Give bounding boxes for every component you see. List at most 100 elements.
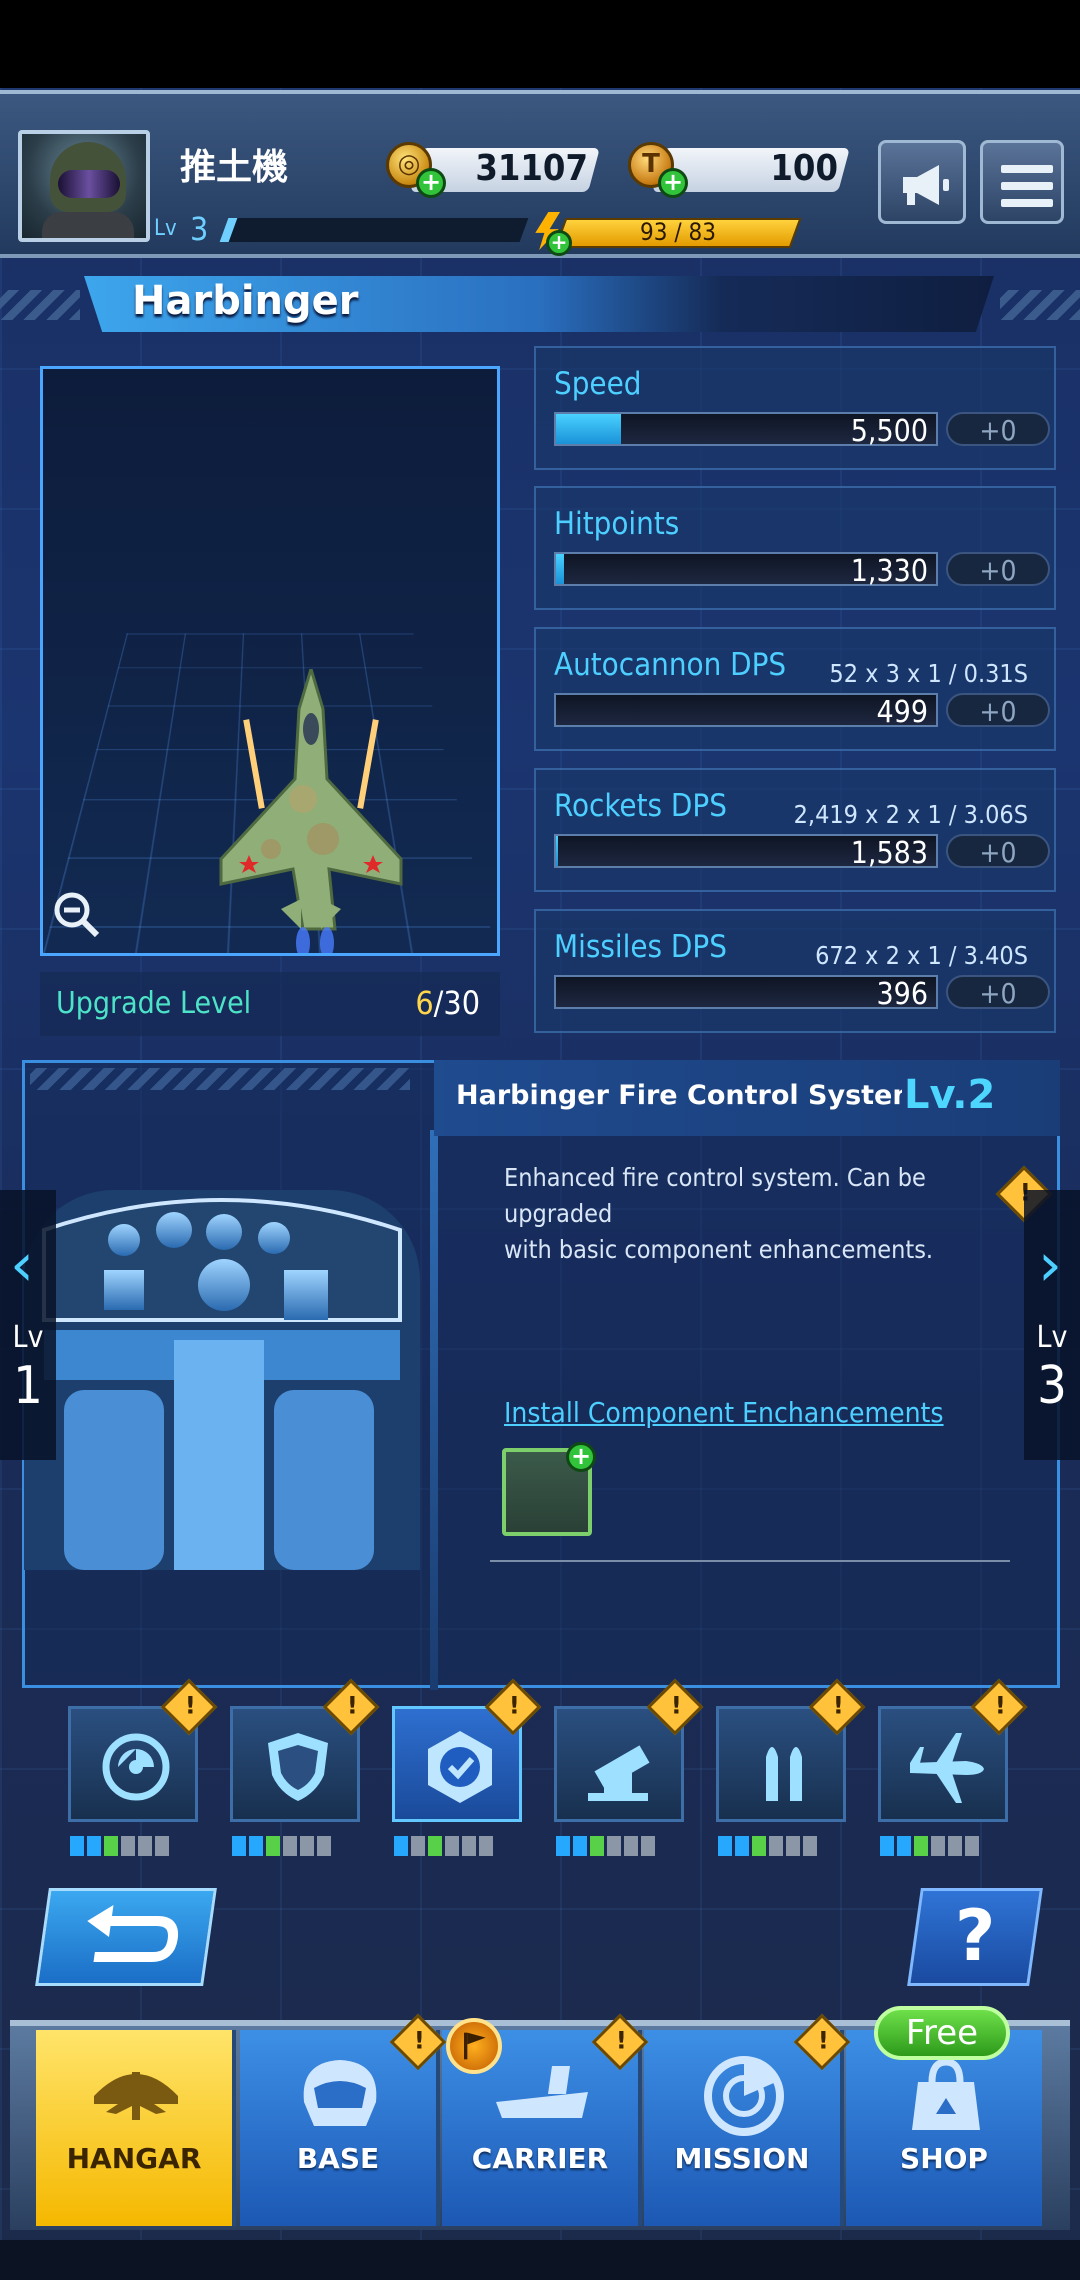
stat-bonus: +0 [946, 412, 1050, 447]
nav-label: MISSION [674, 2142, 810, 2175]
coin-counter[interactable]: ◎ + 31107 [386, 140, 600, 198]
energy-text: 93 / 83 [640, 218, 716, 246]
level-pip [411, 1836, 425, 1856]
player-level: Lv 3 [150, 210, 530, 248]
add-energy-icon[interactable]: + [546, 230, 572, 256]
component-level: Lv.2 [904, 1072, 996, 1118]
level-pip [556, 1836, 570, 1856]
back-arrow-icon [87, 1905, 179, 1962]
level-label: Lv [154, 216, 177, 241]
level-pip [121, 1836, 135, 1856]
level-pip [104, 1836, 118, 1856]
stat-bonus: +0 [946, 552, 1050, 587]
stat-rockets-dps: Rockets DPS 2,419 x 2 x 1 / 3.06S 1,583 … [534, 768, 1056, 892]
level-pip [87, 1836, 101, 1856]
stat-bonus: +0 [946, 834, 1050, 869]
title-stripes-left [0, 290, 80, 320]
question-icon: ? [954, 1895, 996, 1977]
level-pip [752, 1836, 766, 1856]
free-badge: Free [874, 2006, 1010, 2060]
level-pip [607, 1836, 621, 1856]
nav-label: CARRIER [471, 2142, 609, 2175]
level-pip [155, 1836, 169, 1856]
level-pip [70, 1836, 84, 1856]
level-pip [249, 1836, 263, 1856]
autocannon-icon [588, 1745, 650, 1801]
stat-bonus: +0 [946, 975, 1050, 1010]
level-pip [786, 1836, 800, 1856]
level-pip [897, 1836, 911, 1856]
shopping-bag-icon [912, 2058, 980, 2130]
tab-autocannon[interactable]: ! [554, 1678, 704, 1822]
nav-hangar[interactable]: HANGAR [36, 2030, 236, 2226]
pilot-avatar[interactable] [18, 130, 150, 242]
help-button[interactable]: ? [907, 1888, 1043, 1986]
tab-fire-control[interactable]: ! [392, 1678, 542, 1822]
engine-icon [102, 1733, 170, 1801]
tab-engine[interactable]: ! [68, 1678, 218, 1822]
tab-level-pips [880, 1836, 982, 1860]
upgrade-level-row: Upgrade Level 6/30 [40, 972, 500, 1036]
tab-armor[interactable]: ! [230, 1678, 380, 1822]
nav-label: SHOP [900, 2142, 988, 2175]
component-title: Harbinger Fire Control System [456, 1080, 902, 1111]
zoom-out-icon[interactable] [52, 890, 102, 940]
system-nav-strip [0, 2240, 1080, 2280]
prev-level-button[interactable]: ‹ Lv 1 [0, 1190, 56, 1460]
aircraft-name: Harbinger [132, 278, 359, 324]
chevron-left-icon: ‹ [10, 1230, 34, 1300]
hangar-icon [94, 2072, 178, 2120]
coin-value: 31107 [475, 148, 588, 189]
stat-bonus: +0 [946, 693, 1050, 728]
panel-stripes [30, 1068, 410, 1090]
flag-icon [446, 2018, 502, 2074]
aircraft-preview[interactable] [40, 366, 500, 956]
rockets-icon [766, 1747, 802, 1801]
level-pip [965, 1836, 979, 1856]
level-pip [880, 1836, 894, 1856]
level-pip [803, 1836, 817, 1856]
nav-label: HANGAR [66, 2142, 202, 2175]
stat-bar: 396 [554, 975, 938, 1012]
stat-name: Autocannon DPS [554, 647, 787, 683]
panel-divider [430, 1130, 438, 1690]
xp-bar-fill [219, 218, 238, 242]
level-pip [266, 1836, 280, 1856]
level-pip [590, 1836, 604, 1856]
add-coins-icon[interactable]: + [416, 168, 446, 198]
xp-bar [219, 218, 529, 242]
add-enhancement-icon[interactable]: + [566, 1442, 596, 1472]
tab-level-pips [232, 1836, 334, 1860]
stat-speed: Speed 5,500 +0 [534, 346, 1056, 470]
stat-name: Rockets DPS [554, 788, 727, 824]
level-pip [462, 1836, 476, 1856]
stat-bar: 499 [554, 693, 938, 730]
next-level-button[interactable]: › Lv 3 [1024, 1190, 1080, 1460]
stat-missiles-dps: Missiles DPS 672 x 2 x 1 / 3.40S 396 +0 [534, 909, 1056, 1033]
level-pip [948, 1836, 962, 1856]
stat-detail: 52 x 3 x 1 / 0.31S [829, 659, 1028, 688]
level-pip [718, 1836, 732, 1856]
menu-button[interactable] [980, 140, 1064, 224]
stat-autocannon-dps: Autocannon DPS 52 x 3 x 1 / 0.31S 499 +0 [534, 627, 1056, 751]
add-tokens-icon[interactable]: + [658, 168, 688, 198]
token-value: 100 [770, 148, 838, 189]
panel-separator [490, 1560, 1010, 1562]
chevron-right-icon: › [1038, 1230, 1062, 1300]
level-pip [317, 1836, 331, 1856]
tab-missiles[interactable]: ! [878, 1678, 1028, 1822]
energy-meter[interactable]: + 93 / 83 [530, 212, 802, 256]
status-bar [0, 0, 1080, 88]
level-number: 3 [190, 210, 209, 248]
tab-rockets[interactable]: ! [716, 1678, 866, 1822]
stat-name: Hitpoints [554, 506, 680, 542]
stat-bar: 1,583 [554, 834, 938, 871]
level-pip [931, 1836, 945, 1856]
upgrade-level-value: 6/30 [415, 984, 480, 1022]
back-button[interactable] [35, 1888, 217, 1986]
level-pip [428, 1836, 442, 1856]
announcements-button[interactable] [878, 140, 966, 224]
stat-detail: 672 x 2 x 1 / 3.40S [815, 941, 1028, 970]
token-counter[interactable]: T + 100 [628, 140, 850, 198]
stat-detail: 2,419 x 2 x 1 / 3.06S [793, 800, 1028, 829]
